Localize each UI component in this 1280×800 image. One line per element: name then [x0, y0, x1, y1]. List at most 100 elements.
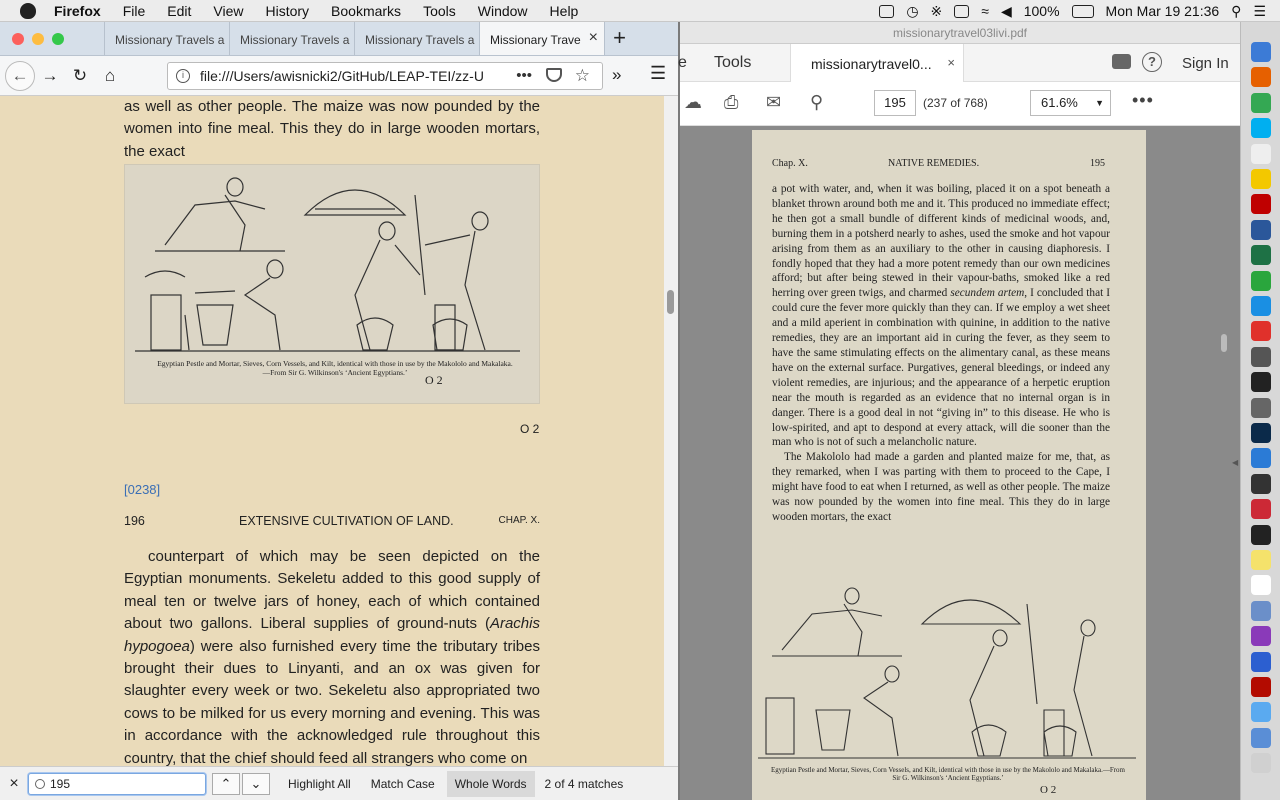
menu-window[interactable]: Window: [478, 3, 528, 19]
print-icon[interactable]: ⎙: [724, 92, 738, 113]
battery-icon[interactable]: [1071, 4, 1094, 18]
tab-4-active[interactable]: Missionary Trave ×: [479, 22, 604, 55]
find-input[interactable]: 195: [28, 772, 206, 795]
dock-terminal-icon[interactable]: [1251, 372, 1271, 393]
tab-3[interactable]: Missionary Travels a: [354, 22, 479, 55]
dock-podcast-icon[interactable]: [1251, 626, 1271, 647]
dock-safari-icon[interactable]: [1251, 296, 1271, 316]
pdf-tab-bar: e Tools missionarytravel0... × ? Sign In: [678, 44, 1240, 82]
dock-textedit-icon[interactable]: [1251, 143, 1271, 164]
more-options-icon[interactable]: •••: [1132, 90, 1154, 111]
scrollbar-thumb[interactable]: [667, 290, 674, 314]
search-icon[interactable]: ⚲: [810, 92, 823, 113]
bookmark-star-icon[interactable]: ☆: [575, 66, 590, 86]
pdf-scrollbar[interactable]: [1220, 126, 1230, 800]
dock-acrobat-red-icon[interactable]: [1251, 321, 1271, 342]
email-icon[interactable]: ✉: [766, 92, 781, 113]
upload-cloud-icon[interactable]: ☁: [684, 92, 702, 113]
find-query[interactable]: 195: [50, 777, 70, 791]
dock-skype-icon[interactable]: [1251, 118, 1271, 139]
menu-edit[interactable]: Edit: [167, 3, 191, 19]
highlight-all-toggle[interactable]: Highlight All: [280, 771, 359, 797]
sign-in-link[interactable]: Sign In: [1182, 55, 1229, 72]
document-tab[interactable]: missionarytravel0... ×: [790, 44, 964, 82]
dock-camera-icon[interactable]: [1251, 397, 1271, 418]
dock-acrobat-icon[interactable]: [1251, 677, 1271, 697]
notification-center-icon[interactable]: ☰: [1253, 3, 1266, 20]
new-tab-button[interactable]: +: [604, 22, 634, 55]
page-actions-icon[interactable]: •••: [516, 67, 532, 84]
whole-words-toggle[interactable]: Whole Words: [446, 770, 535, 797]
dock-clock-icon[interactable]: [1251, 473, 1271, 494]
spotlight-icon[interactable]: ⚲: [1231, 3, 1241, 20]
home-tab-fragment[interactable]: e: [678, 54, 687, 72]
apple-icon[interactable]: [20, 2, 36, 19]
dock-sync-icon[interactable]: [1251, 270, 1271, 291]
dock-x-app-icon[interactable]: [1251, 651, 1271, 672]
dock-downloads-icon[interactable]: [1251, 727, 1271, 748]
find-next-button[interactable]: ⌄: [242, 772, 270, 795]
time-machine-icon[interactable]: ◷: [906, 3, 918, 20]
dock-folder-icon[interactable]: [1251, 702, 1271, 723]
dock-sourcetree-icon[interactable]: [1251, 448, 1271, 469]
dock-finder-icon[interactable]: [1251, 42, 1271, 62]
dock-zotero-icon[interactable]: [1251, 499, 1271, 520]
close-document-icon[interactable]: ×: [947, 55, 955, 70]
zoom-select[interactable]: 61.6% ▼: [1030, 90, 1111, 116]
dock-chrome-icon[interactable]: [1251, 92, 1271, 113]
url-bar[interactable]: i file:///Users/awisnicki2/GitHub/LEAP-T…: [167, 62, 603, 90]
close-tab-icon[interactable]: ×: [589, 29, 598, 47]
minimize-window-button[interactable]: [32, 32, 44, 45]
collapse-panel-icon[interactable]: ◀: [1232, 458, 1238, 467]
dock-preview-icon[interactable]: [1251, 600, 1271, 621]
comment-icon[interactable]: [1112, 54, 1131, 69]
tab-1[interactable]: Missionary Travels a: [104, 22, 229, 55]
page-number-input[interactable]: 195: [874, 90, 916, 116]
zoom-window-button[interactable]: [52, 32, 64, 45]
url-text[interactable]: file:///Users/awisnicki2/GitHub/LEAP-TEI…: [200, 68, 484, 84]
hamburger-menu-icon[interactable]: ☰: [650, 63, 666, 84]
menu-bookmarks[interactable]: Bookmarks: [331, 3, 401, 19]
find-bar: × 195 ⌃ ⌄ Highlight All Match Case Whole…: [0, 766, 678, 800]
menu-app-name[interactable]: Firefox: [54, 3, 101, 19]
forward-button[interactable]: →: [35, 66, 65, 86]
clock-datetime[interactable]: Mon Mar 19 21:36: [1106, 3, 1220, 19]
dock-photoshop-icon[interactable]: [1251, 423, 1271, 443]
volume-icon[interactable]: ◀: [1001, 3, 1012, 20]
reload-button[interactable]: ↻: [65, 66, 95, 86]
wifi-icon[interactable]: ≈: [981, 3, 989, 19]
dock-pen-tool-icon[interactable]: [1251, 346, 1271, 367]
home-button[interactable]: ⌂: [95, 66, 125, 86]
bluetooth-icon[interactable]: ※: [931, 3, 943, 20]
menu-meter-icon[interactable]: [954, 4, 970, 18]
menu-view[interactable]: View: [213, 3, 243, 19]
content-scrollbar[interactable]: [664, 96, 678, 766]
overflow-chevron-icon[interactable]: »: [612, 65, 621, 85]
back-button[interactable]: ←: [5, 60, 35, 91]
page-id-link[interactable]: [0238]: [124, 482, 160, 497]
menu-file[interactable]: File: [123, 3, 146, 19]
help-icon[interactable]: ?: [1142, 52, 1162, 72]
status-s-icon[interactable]: [879, 4, 895, 18]
dock-notes-icon[interactable]: [1251, 550, 1271, 570]
menu-history[interactable]: History: [265, 3, 309, 19]
match-case-toggle[interactable]: Match Case: [363, 771, 443, 797]
dock-filezilla-icon[interactable]: [1251, 194, 1271, 215]
pocket-icon[interactable]: [546, 68, 562, 82]
close-find-icon[interactable]: ×: [0, 775, 28, 793]
dock-excel-icon[interactable]: [1251, 245, 1271, 266]
dock-github-icon[interactable]: [1251, 524, 1271, 545]
find-previous-button[interactable]: ⌃: [212, 772, 240, 795]
dock-word-icon[interactable]: [1251, 219, 1271, 240]
pdf-scrollbar-thumb[interactable]: [1221, 334, 1227, 352]
tools-tab[interactable]: Tools: [714, 54, 751, 72]
page-info-icon[interactable]: i: [176, 69, 190, 83]
dock-firefox-icon[interactable]: [1251, 67, 1271, 88]
tab-2[interactable]: Missionary Travels a: [229, 22, 354, 55]
menu-help[interactable]: Help: [550, 3, 579, 19]
dock-sublime-icon[interactable]: [1251, 169, 1271, 189]
close-window-button[interactable]: [12, 32, 24, 45]
menu-tools[interactable]: Tools: [423, 3, 456, 19]
dock-calendar-icon[interactable]: [1251, 575, 1271, 596]
dock-trash-icon[interactable]: [1251, 753, 1271, 774]
